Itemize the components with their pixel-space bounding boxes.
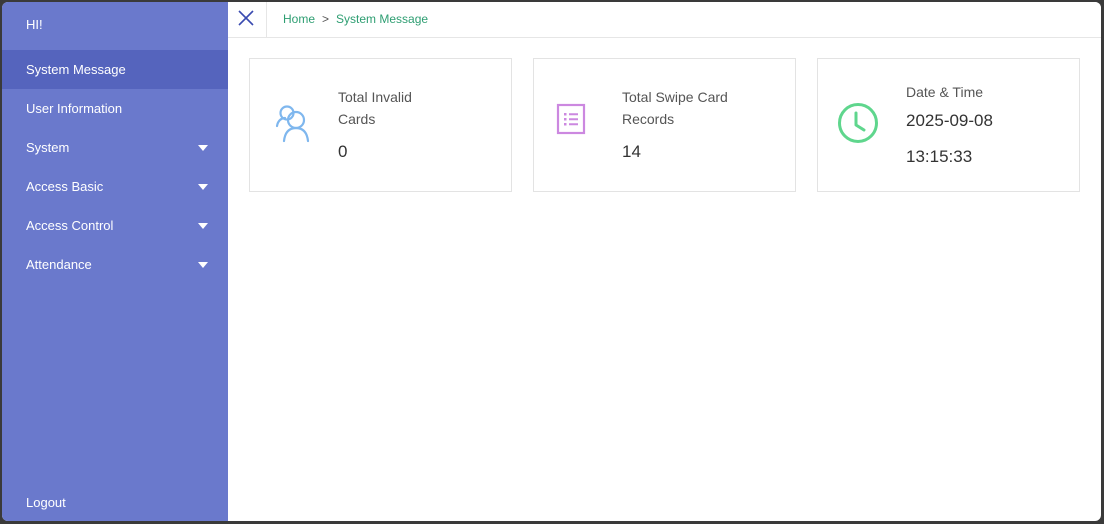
users-icon [274, 101, 314, 154]
logout-link[interactable]: Logout [26, 495, 66, 510]
breadcrumb-separator: > [322, 12, 330, 26]
sidebar-item-label: System [26, 140, 70, 155]
sidebar-item-label: Access Basic [26, 179, 104, 194]
sidebar-greeting: HI! [26, 17, 43, 32]
date-value: 2025-09-08 [906, 111, 993, 130]
list-icon [556, 103, 588, 142]
time-value: 13:15:33 [906, 147, 973, 166]
card-title: Total Swipe Card Records [622, 86, 728, 130]
card-value: 14 [622, 142, 641, 161]
sidebar-item-access-basic[interactable]: Access Basic [2, 167, 228, 206]
sidebar-item-user-information[interactable]: User Information [2, 89, 228, 128]
caret-down-icon [198, 184, 208, 190]
sidebar-item-attendance[interactable]: Attendance [2, 245, 228, 284]
divider [266, 2, 267, 37]
breadcrumb-current: System Message [336, 12, 429, 26]
card-value: 0 [338, 142, 348, 161]
sidebar-item-label: Attendance [26, 257, 92, 272]
top-bar: Home > System Message [228, 2, 1101, 38]
caret-down-icon [198, 145, 208, 151]
sidebar-item-label: User Information [26, 101, 123, 116]
sidebar: HI! System Message User Information Syst… [2, 2, 228, 521]
swipe-records-card: Total Swipe Card Records 14 [533, 58, 796, 192]
date-time-card: Date & Time 2025-09-08 13:15:33 [817, 58, 1080, 192]
sidebar-item-label: Access Control [26, 218, 114, 233]
invalid-cards-card: Total Invalid Cards 0 [249, 58, 512, 192]
clock-icon [836, 101, 880, 150]
sidebar-item-label: System Message [26, 62, 126, 77]
sidebar-item-system[interactable]: System [2, 128, 228, 167]
card-title-line: Total Swipe Card [622, 89, 728, 105]
caret-down-icon [198, 223, 208, 229]
card-title-line: Records [622, 111, 675, 127]
card-title-line: Total Invalid [338, 89, 412, 105]
card-title: Total Invalid Cards [338, 86, 412, 130]
sidebar-item-access-control[interactable]: Access Control [2, 206, 228, 245]
sidebar-item-system-message[interactable]: System Message [2, 50, 228, 89]
close-icon[interactable] [234, 6, 258, 30]
app-window: HI! System Message User Information Syst… [2, 2, 1101, 521]
card-title-line: Cards [338, 111, 376, 127]
breadcrumb: Home > System Message [283, 12, 428, 26]
breadcrumb-home[interactable]: Home [283, 12, 315, 26]
caret-down-icon [198, 262, 208, 268]
card-title: Date & Time [906, 84, 984, 100]
